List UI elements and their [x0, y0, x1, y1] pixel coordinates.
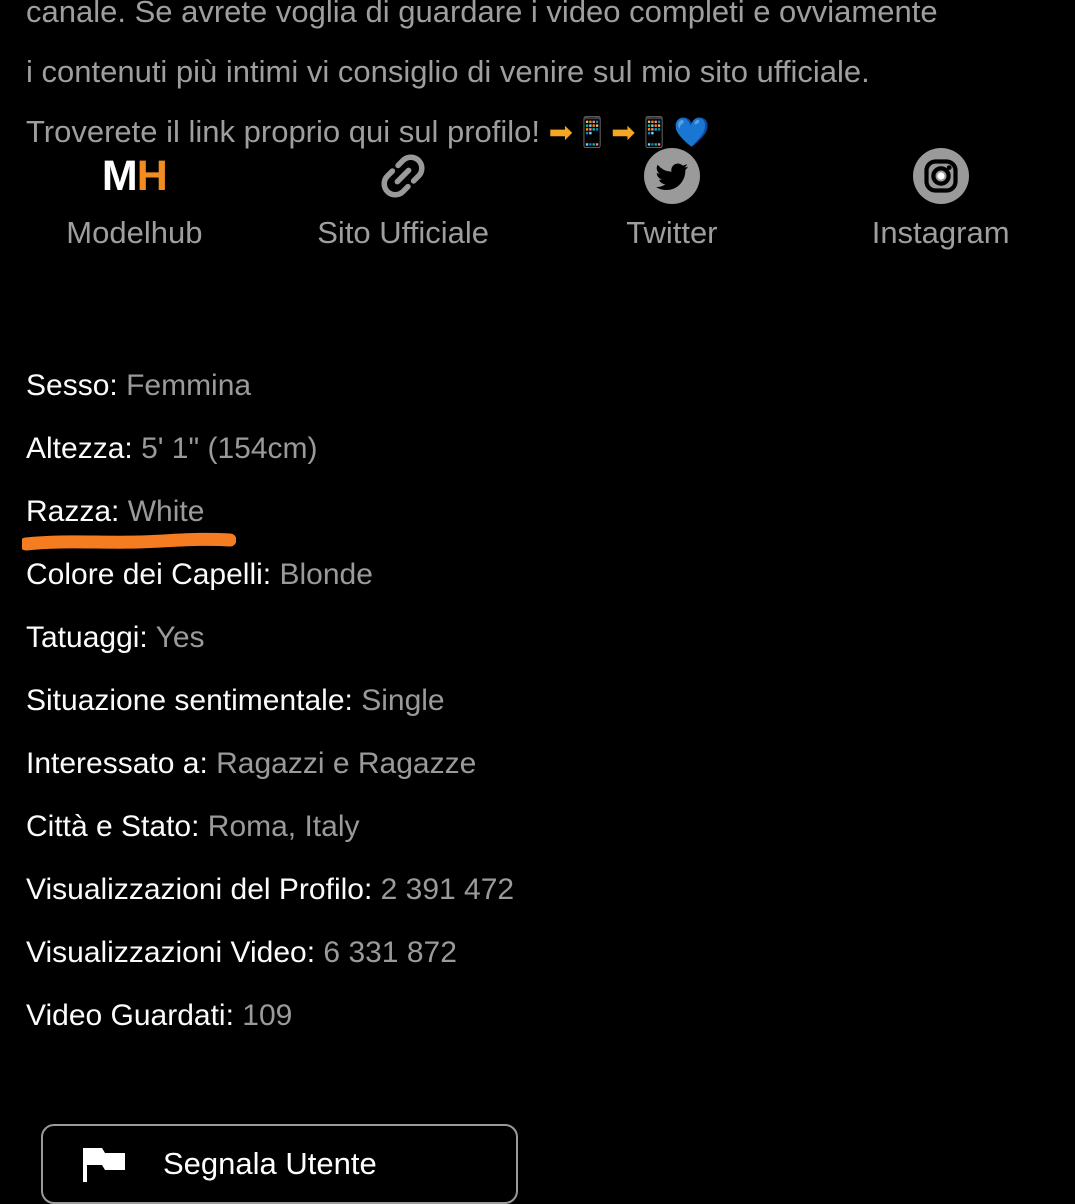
detail-label-video-guardati: Video Guardati:: [26, 999, 234, 1032]
detail-value-visualizzazioni-video: 6 331 872: [323, 936, 457, 969]
report-user-button[interactable]: Segnala Utente: [41, 1124, 518, 1204]
social-label-twitter: Twitter: [626, 215, 718, 250]
detail-row-tatuaggi: Tatuaggi: Yes: [26, 616, 1046, 679]
social-link-instagram[interactable]: Instagram: [806, 145, 1075, 253]
bio-line-3-text: Troverete il link proprio qui sul profil…: [26, 114, 541, 149]
detail-value-razza: White: [127, 495, 205, 528]
detail-row-video-guardati: Video Guardati: 109: [26, 994, 1046, 1057]
social-label-official-site: Sito Ufficiale: [317, 215, 489, 250]
detail-value-colore-capelli: Blonde: [279, 558, 373, 591]
detail-label-interessato-a: Interessato a:: [26, 747, 208, 780]
detail-value-video-guardati: 109: [242, 999, 293, 1032]
report-user-label: Segnala Utente: [163, 1146, 377, 1181]
detail-label-citta-e-stato: Città e Stato:: [26, 810, 200, 843]
detail-label-altezza: Altezza:: [26, 432, 133, 465]
bio-line-2: i contenuti più intimi vi consiglio di v…: [26, 54, 870, 89]
detail-label-sesso: Sesso:: [26, 369, 118, 402]
detail-value-altezza: 5' 1" (154cm): [141, 432, 318, 465]
detail-value-situazione-sentimentale: Single: [361, 684, 445, 717]
link-chain-icon: [376, 145, 430, 207]
modelhub-logo-m: M: [101, 152, 138, 200]
bio-line-1: canale. Se avrete voglia di guardare i v…: [26, 0, 938, 29]
detail-label-razza: Razza:: [26, 495, 120, 528]
detail-row-sesso: Sesso: Femmina: [26, 364, 1046, 427]
detail-value-tatuaggi: Yes: [155, 621, 205, 654]
detail-row-situazione-sentimentale: Situazione sentimentale: Single: [26, 679, 1046, 742]
detail-row-interessato-a: Interessato a: Ragazzi e Ragazze: [26, 742, 1046, 805]
social-link-official-site[interactable]: Sito Ufficiale: [269, 145, 538, 253]
social-links-row: MH Modelhub Sito Ufficiale Twitter Insta…: [0, 145, 1075, 253]
detail-row-visualizzazioni-profilo: Visualizzazioni del Profilo: 2 391 472: [26, 868, 1046, 931]
detail-label-visualizzazioni-video: Visualizzazioni Video:: [26, 936, 316, 969]
detail-value-citta-e-stato: Roma, Italy: [207, 810, 360, 843]
detail-label-visualizzazioni-profilo: Visualizzazioni del Profilo:: [26, 873, 373, 906]
detail-row-razza: Razza: White: [26, 490, 1046, 553]
profile-bio: canale. Se avrete voglia di guardare i v…: [26, 0, 1046, 162]
social-link-twitter[interactable]: Twitter: [538, 145, 807, 253]
flag-icon: [83, 1142, 127, 1187]
detail-value-interessato-a: Ragazzi e Ragazze: [216, 747, 477, 780]
twitter-icon: [643, 145, 700, 207]
detail-row-colore-capelli: Colore dei Capelli: Blonde: [26, 553, 1046, 616]
detail-value-visualizzazioni-profilo: 2 391 472: [380, 873, 515, 906]
modelhub-logo: MH: [101, 145, 168, 207]
instagram-icon: [912, 145, 969, 207]
detail-row-visualizzazioni-video: Visualizzazioni Video: 6 331 872: [26, 931, 1046, 994]
detail-label-tatuaggi: Tatuaggi:: [26, 621, 148, 654]
detail-row-altezza: Altezza: 5' 1" (154cm): [26, 427, 1046, 490]
detail-label-colore-capelli: Colore dei Capelli:: [26, 558, 272, 591]
profile-details-list: Sesso: Femmina Altezza: 5' 1" (154cm) Ra…: [26, 364, 1046, 1057]
social-link-modelhub[interactable]: MH Modelhub: [0, 145, 269, 253]
detail-value-sesso: Femmina: [126, 369, 252, 402]
social-label-instagram: Instagram: [871, 215, 1010, 250]
detail-row-citta-e-stato: Città e Stato: Roma, Italy: [26, 805, 1046, 868]
detail-label-situazione-sentimentale: Situazione sentimentale:: [26, 684, 353, 717]
modelhub-logo-h: H: [136, 152, 168, 200]
social-label-modelhub: Modelhub: [66, 215, 203, 250]
